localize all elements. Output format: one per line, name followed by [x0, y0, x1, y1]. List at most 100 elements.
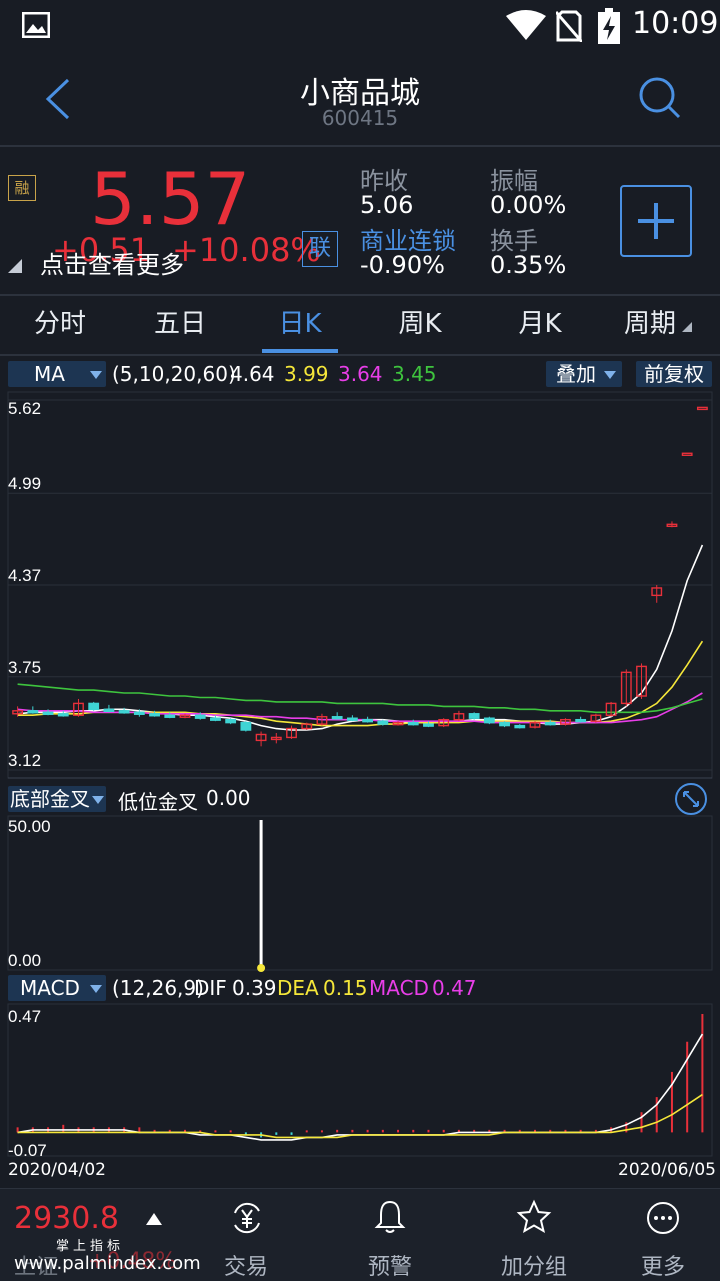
candle-body [696, 406, 708, 411]
link-badge[interactable]: 联 [302, 231, 338, 267]
nav-more-label: 更多 [640, 1255, 685, 1280]
candle-body [346, 717, 358, 721]
ma-indicator-label: MA [34, 362, 65, 386]
stock-code: 600415 [321, 106, 399, 130]
tab-five-day[interactable]: 五日 [120, 300, 240, 352]
ma5-value: 4.64 [230, 362, 275, 386]
candle-body [377, 720, 389, 725]
candle-body [423, 723, 434, 727]
candle-body [362, 718, 374, 723]
candle-body [499, 721, 510, 727]
ma20-value: 3.64 [338, 362, 383, 386]
overlay-label: 叠加 [556, 362, 596, 386]
candle-body [118, 710, 130, 714]
candle-body [88, 702, 100, 711]
bell-icon [374, 1200, 406, 1233]
ma-line-ma5 [17, 544, 704, 731]
k-y-tick: 4.99 [8, 474, 41, 493]
signal-y-tick: 0.00 [8, 951, 41, 970]
yuan-exchange-icon [234, 1202, 260, 1234]
candle-body [210, 717, 221, 721]
corner-triangle-icon [8, 259, 22, 273]
macd-params: (12,26,9) [112, 976, 204, 1000]
x-axis-end: 2020/06/05 [618, 1160, 716, 1180]
dif-value: 0.39 [232, 976, 277, 1000]
signal-y-tick: 50.00 [8, 817, 51, 836]
candle-body [42, 711, 54, 715]
dif-line [17, 1033, 704, 1141]
search-icon[interactable] [638, 76, 682, 120]
candle-body [103, 708, 115, 713]
quote-divider [0, 294, 720, 296]
signal-dot [257, 964, 266, 972]
candle-body [544, 721, 556, 726]
overlay-select[interactable]: 叠加 [546, 361, 622, 387]
candle-body [57, 713, 69, 717]
plus-icon [638, 203, 674, 239]
adjust-button[interactable]: 前复权 [636, 361, 712, 387]
tab-daily-k[interactable]: 日K [240, 300, 360, 352]
index-value[interactable]: 2930.8 [14, 1201, 119, 1236]
macd-y-tick: 0.47 [8, 1007, 41, 1026]
nav-add-group[interactable]: 加分组 [462, 1189, 606, 1281]
more-hint[interactable]: 点击查看更多 [40, 245, 184, 280]
nav-add-group-label: 加分组 [500, 1255, 567, 1280]
nav-alert-label: 预警 [367, 1255, 412, 1280]
price-change-pct: +10.08% [172, 231, 321, 269]
candle-body [133, 711, 145, 715]
macd-value: 0.47 [432, 976, 477, 1000]
candle-body [331, 716, 343, 720]
tab-indicator [262, 349, 338, 353]
signal-indicator-select[interactable]: 底部金叉 [8, 786, 106, 812]
tabs-divider [0, 354, 720, 356]
ma-params: (5,10,20,60) [112, 362, 236, 386]
dif-label: DIF [194, 976, 227, 1000]
no-sim-icon [556, 10, 582, 42]
k-y-tick: 5.62 [8, 399, 41, 418]
candle-body [240, 721, 252, 731]
tab-monthly-k[interactable]: 月K [480, 300, 600, 352]
status-bar: 10:09 [0, 0, 720, 52]
candle-body [468, 713, 480, 719]
dropdown-arrow-icon [92, 796, 104, 804]
star-icon [516, 1199, 552, 1234]
ma10-value: 3.99 [284, 362, 329, 386]
x-axis-start: 2020/04/02 [8, 1160, 106, 1180]
candle-body [575, 718, 587, 723]
up-arrow-icon [146, 1213, 162, 1225]
candle-body [407, 721, 419, 726]
ma-line-ma60 [17, 683, 703, 714]
nav-alert[interactable]: 预警 [318, 1189, 462, 1281]
battery-charging-icon [598, 8, 620, 44]
candle-body [681, 452, 693, 456]
macd-y-tick: -0.07 [8, 1141, 47, 1160]
candle-body [225, 718, 237, 724]
nav-more[interactable]: 更多 [606, 1189, 720, 1281]
bottom-nav: 2930.8 上证 +0.48% 掌上指标 www.palmindex.com … [0, 1188, 720, 1281]
chart-area[interactable]: 5.62 4.99 4.37 3.75 3.12 50.00 0.00 0.47 -0.07 [0, 388, 720, 1180]
prev-close-value: 5.06 [360, 191, 414, 219]
ma-indicator-select[interactable]: MA [8, 361, 106, 387]
k-y-tick: 3.75 [8, 658, 41, 677]
status-time: 10:09 [632, 6, 719, 41]
watermark-title: 掌上指标 [56, 1239, 125, 1254]
add-watchlist-button[interactable] [620, 185, 692, 257]
quote-panel[interactable]: 融 5.57 +0.51 +10.08% 联 点击查看更多 昨收 5.06 商业… [0, 147, 720, 293]
nav-trade-label: 交易 [223, 1255, 268, 1280]
fullscreen-icon[interactable] [674, 782, 708, 816]
tab-intraday[interactable]: 分时 [0, 300, 120, 352]
signal-value: 0.00 [206, 786, 251, 810]
sector-change: -0.90% [360, 251, 445, 279]
macd-indicator-select[interactable]: MACD [8, 975, 106, 1001]
more-icon [647, 1202, 679, 1234]
macd-indicator-label: MACD [20, 976, 80, 1000]
wifi-icon [506, 10, 546, 40]
tab-weekly-k[interactable]: 周K [360, 300, 480, 352]
candle-body [514, 724, 526, 729]
nav-trade[interactable]: 交易 [174, 1189, 318, 1281]
candle-body [194, 714, 206, 719]
dropdown-arrow-icon [90, 371, 102, 379]
ma-line-ma20 [17, 692, 703, 724]
nav-header: 小商品城 600415 [0, 52, 720, 144]
macd-label: MACD [369, 976, 429, 1000]
